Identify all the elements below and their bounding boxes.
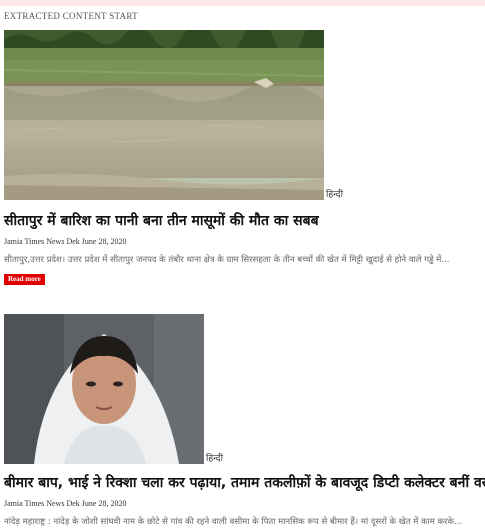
article-title[interactable]: बीमार बाप, भाई ने रिक्शा चला कर पढ़ाया, … [4,473,485,492]
read-more-button[interactable]: Read more [4,274,45,285]
article-meta: Jamia Times News Dek June 28, 2020 [4,499,127,508]
article-card: हिन्दी सीतापुर में बारिश का पानी बना तीन… [4,30,450,286]
article-meta: Jamia Times News Dek June 28, 2020 [4,237,127,246]
article-thumbnail[interactable] [4,30,324,200]
top-bar [0,0,485,6]
article-thumbnail[interactable] [4,314,204,464]
article-excerpt: नांदेड़ महाराष्ट्र : नांदेड़ के जोशी सां… [4,517,463,527]
extracted-content-label: EXTRACTED CONTENT START [4,11,138,21]
article-title[interactable]: सीतापुर में बारिश का पानी बना तीन मासूमो… [4,211,450,230]
article-card: हिन्दी बीमार बाप, भाई ने रिक्शा चला कर प… [4,314,485,527]
category-tag[interactable]: हिन्दी [326,187,343,200]
category-tag[interactable]: हिन्दी [206,451,223,464]
article-excerpt: सीतापुर,उत्तर प्रदेश। उत्तर प्रदेश में स… [4,255,450,265]
